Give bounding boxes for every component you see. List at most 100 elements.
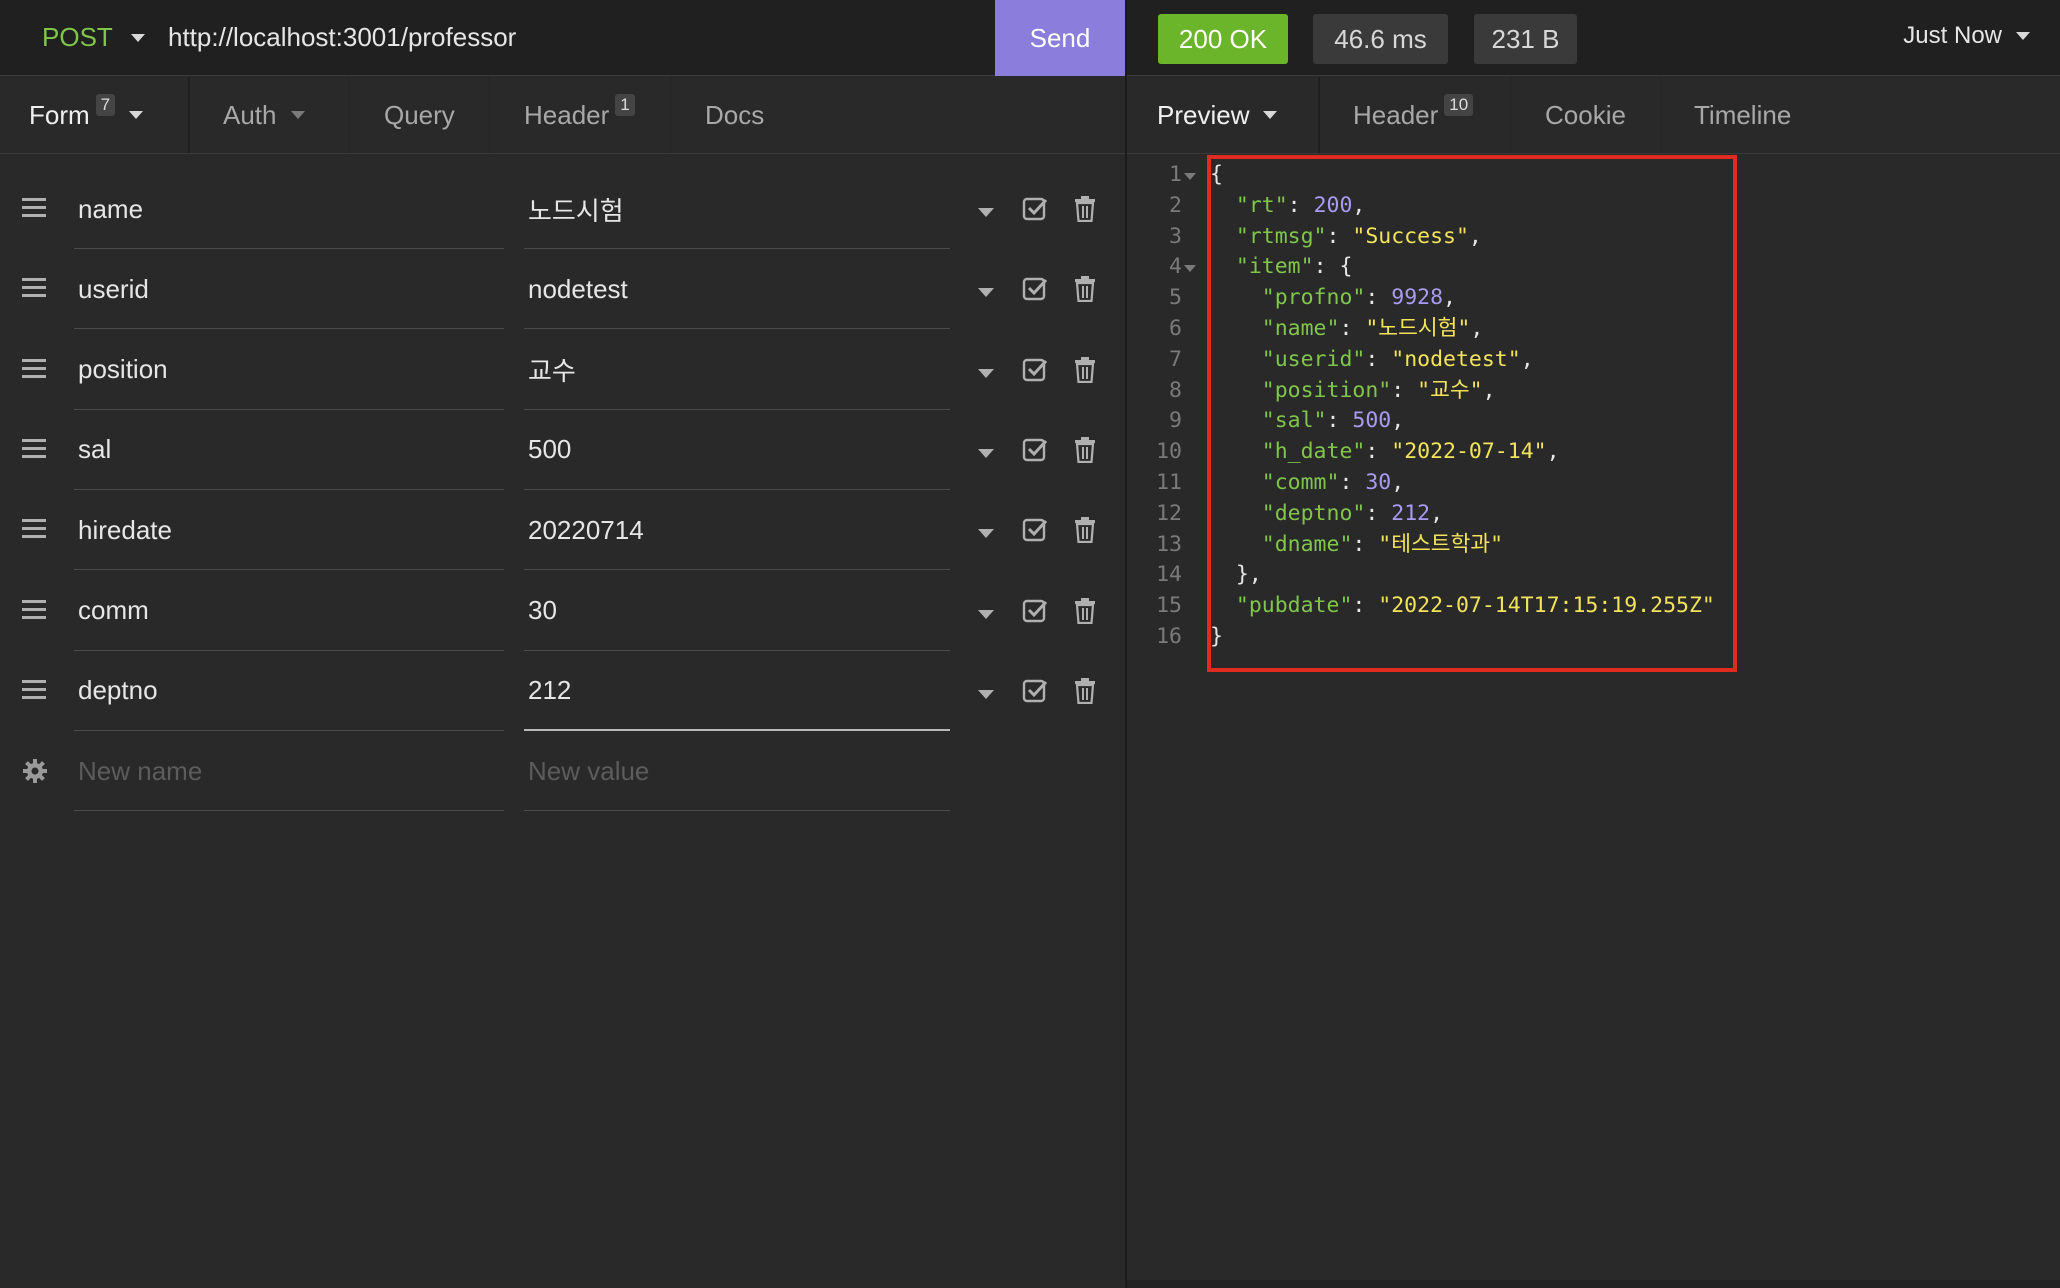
chevron-down-icon bbox=[2016, 32, 2030, 40]
trash-icon[interactable] bbox=[1074, 597, 1096, 624]
history-label: Just Now bbox=[1903, 22, 2002, 49]
tab-preview[interactable]: Preview bbox=[1127, 77, 1318, 153]
tab-response-header[interactable]: Header 10 bbox=[1320, 77, 1510, 153]
param-value-input[interactable]: 212 bbox=[524, 652, 950, 731]
method-dropdown[interactable]: POST bbox=[42, 22, 145, 53]
tab-auth[interactable]: Auth bbox=[190, 77, 348, 153]
tab-badge: 7 bbox=[95, 94, 116, 116]
chevron-down-icon bbox=[129, 111, 144, 119]
line-number: 16 bbox=[1156, 624, 1182, 649]
chevron-down-icon[interactable] bbox=[978, 689, 994, 699]
response-bar: 200 OK 46.6 ms 231 B Just Now bbox=[1127, 0, 2060, 76]
line-number: 7 bbox=[1169, 346, 1182, 372]
checkbox-icon[interactable] bbox=[1022, 437, 1048, 463]
app-window: POST http://localhost:3001/professor Sen… bbox=[0, 0, 2060, 1288]
checkbox-icon[interactable] bbox=[1022, 598, 1048, 624]
param-value-input[interactable]: 교수 bbox=[524, 331, 950, 410]
form-param-row: name 노드시험 bbox=[0, 170, 1125, 249]
form-param-row: comm 30 bbox=[0, 572, 1125, 651]
param-name-input[interactable]: sal bbox=[74, 411, 504, 490]
line-number: 2 bbox=[1169, 192, 1182, 218]
line-number: 3 bbox=[1169, 223, 1182, 249]
drag-handle-icon[interactable] bbox=[22, 358, 46, 381]
tab-label: Preview bbox=[1157, 99, 1250, 130]
line-number: 4 bbox=[1169, 254, 1182, 280]
chevron-down-icon[interactable] bbox=[978, 609, 994, 619]
param-value-input[interactable]: 20220714 bbox=[524, 491, 950, 571]
param-name-input[interactable]: comm bbox=[74, 572, 504, 651]
drag-handle-icon[interactable] bbox=[22, 198, 46, 220]
form-param-row: position 교수 bbox=[0, 331, 1125, 410]
trash-icon[interactable] bbox=[1074, 356, 1096, 383]
method-label: POST bbox=[42, 22, 113, 52]
status-badge: 200 OK bbox=[1158, 14, 1288, 64]
history-dropdown[interactable]: Just Now bbox=[1903, 22, 2030, 50]
url-input[interactable]: http://localhost:3001/professor bbox=[168, 22, 516, 53]
checkbox-icon[interactable] bbox=[1022, 276, 1048, 302]
checkbox-icon[interactable] bbox=[1022, 517, 1048, 543]
tab-label: Form bbox=[29, 99, 90, 130]
fold-toggle-icon[interactable] bbox=[1184, 265, 1196, 273]
send-button[interactable]: Send bbox=[995, 0, 1125, 76]
tab-badge: 10 bbox=[1444, 94, 1474, 116]
tab-timeline[interactable]: Timeline bbox=[1662, 77, 1822, 153]
param-value-input[interactable]: 30 bbox=[524, 572, 950, 651]
param-name-input[interactable]: deptno bbox=[74, 652, 504, 731]
response-time-badge: 46.6 ms bbox=[1313, 14, 1448, 64]
param-name-input[interactable]: userid bbox=[74, 250, 504, 330]
line-number: 12 bbox=[1156, 500, 1182, 526]
checkbox-icon[interactable] bbox=[1022, 357, 1048, 383]
new-name-input[interactable]: New name bbox=[74, 732, 504, 812]
trash-icon[interactable] bbox=[1074, 436, 1096, 463]
checkbox-icon[interactable] bbox=[1022, 196, 1048, 222]
chevron-down-icon[interactable] bbox=[978, 288, 994, 298]
chevron-down-icon[interactable] bbox=[978, 448, 994, 458]
pane-divider[interactable] bbox=[1125, 0, 1127, 1288]
drag-handle-icon[interactable] bbox=[22, 438, 46, 461]
trash-icon[interactable] bbox=[1074, 677, 1096, 704]
chevron-down-icon[interactable] bbox=[978, 529, 994, 539]
drag-handle-icon[interactable] bbox=[22, 519, 46, 541]
param-name-input[interactable]: hiredate bbox=[74, 491, 504, 571]
param-value-input[interactable]: 500 bbox=[524, 411, 950, 490]
line-number: 14 bbox=[1156, 562, 1182, 588]
line-number: 15 bbox=[1156, 593, 1182, 619]
drag-handle-icon[interactable] bbox=[22, 679, 46, 702]
request-tabs: Form 7 Auth Query Header 1 Docs bbox=[0, 77, 1125, 154]
tab-form[interactable]: Form 7 bbox=[0, 77, 188, 153]
param-name-input[interactable]: position bbox=[74, 331, 504, 410]
new-value-input[interactable]: New value bbox=[524, 732, 950, 812]
chevron-down-icon[interactable] bbox=[978, 368, 994, 378]
trash-icon[interactable] bbox=[1074, 276, 1096, 303]
tab-label: Auth bbox=[223, 99, 277, 130]
tab-label: Cookie bbox=[1545, 99, 1626, 130]
tab-docs[interactable]: Docs bbox=[672, 77, 822, 153]
trash-icon[interactable] bbox=[1074, 196, 1096, 223]
tab-badge: 1 bbox=[615, 94, 635, 116]
trash-icon[interactable] bbox=[1074, 517, 1096, 544]
param-value-input[interactable]: 노드시험 bbox=[524, 170, 950, 249]
gear-icon[interactable] bbox=[22, 758, 48, 784]
line-number: 5 bbox=[1169, 285, 1182, 311]
horizontal-scrollbar[interactable] bbox=[1127, 1280, 2060, 1288]
drag-handle-icon[interactable] bbox=[22, 278, 46, 300]
fold-toggle-icon[interactable] bbox=[1184, 173, 1196, 180]
line-number: 6 bbox=[1169, 316, 1182, 341]
param-value-input[interactable]: nodetest bbox=[524, 250, 950, 330]
drag-handle-icon[interactable] bbox=[22, 599, 46, 622]
form-param-row: sal 500 bbox=[0, 411, 1125, 490]
tab-header[interactable]: Header 1 bbox=[490, 77, 670, 153]
chevron-down-icon bbox=[130, 33, 145, 42]
line-number: 1 bbox=[1169, 162, 1182, 187]
line-number: 10 bbox=[1156, 439, 1182, 465]
tab-label: Query bbox=[384, 99, 455, 130]
line-number: 8 bbox=[1169, 377, 1182, 403]
chevron-down-icon[interactable] bbox=[978, 208, 994, 217]
tab-cookie[interactable]: Cookie bbox=[1512, 77, 1660, 153]
tab-query[interactable]: Query bbox=[350, 77, 488, 153]
line-number: 13 bbox=[1156, 531, 1182, 557]
new-param-row: New name New value bbox=[0, 732, 1125, 812]
checkbox-icon[interactable] bbox=[1022, 678, 1048, 704]
param-name-input[interactable]: name bbox=[74, 170, 504, 249]
chevron-down-icon bbox=[1263, 111, 1278, 119]
